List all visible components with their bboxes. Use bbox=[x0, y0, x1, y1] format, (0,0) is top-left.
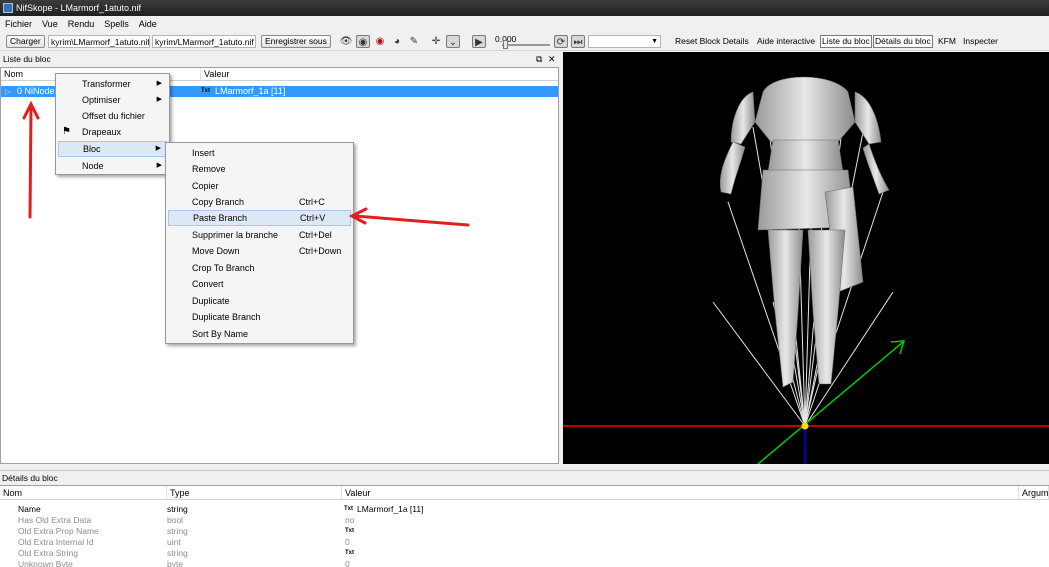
block-details-table[interactable]: Nom Type Valeur Argum Name string Txt LM… bbox=[0, 485, 1049, 567]
table-row[interactable]: Name string Txt LMarmorf_1a [11] bbox=[0, 504, 1049, 515]
annotation-arrow-up bbox=[28, 106, 33, 219]
row-value[interactable]: 0 bbox=[345, 537, 350, 548]
row-value[interactable]: LMarmorf_1a [11] bbox=[357, 504, 423, 515]
column-header-value[interactable]: Valeur bbox=[342, 486, 1019, 500]
row-type: uint bbox=[167, 537, 181, 547]
row-name: Has Old Extra Data bbox=[18, 515, 92, 525]
table-row[interactable]: Unknown Byte byte 0 bbox=[0, 559, 1049, 567]
txt-tag: Txt bbox=[345, 528, 354, 534]
row-type: string bbox=[167, 504, 188, 514]
row-name: Name bbox=[18, 504, 41, 514]
column-header-name[interactable]: Nom bbox=[0, 486, 167, 500]
table-row[interactable]: Old Extra Prop Name string Txt bbox=[0, 526, 1049, 537]
annotation-arrow-left bbox=[353, 214, 470, 227]
table-row[interactable]: Has Old Extra Data bool no bbox=[0, 515, 1049, 526]
txt-tag: Txt bbox=[345, 550, 354, 556]
txt-tag: Txt bbox=[344, 506, 353, 512]
row-value[interactable]: 0 bbox=[345, 559, 350, 567]
table-row[interactable]: Old Extra Internal Id uint 0 bbox=[0, 537, 1049, 548]
row-name: Old Extra Prop Name bbox=[18, 526, 99, 536]
row-name: Old Extra Internal Id bbox=[18, 537, 94, 547]
row-name: Unknown Byte bbox=[18, 559, 73, 567]
column-header-type[interactable]: Type bbox=[167, 486, 342, 500]
block-details-title: Détails du bloc bbox=[0, 470, 1049, 484]
row-name: Old Extra String bbox=[18, 548, 78, 558]
row-type: string bbox=[167, 548, 188, 558]
row-type: byte bbox=[167, 559, 184, 567]
column-header-argument[interactable]: Argum bbox=[1019, 486, 1049, 500]
row-type: bool bbox=[167, 515, 184, 525]
row-type: string bbox=[167, 526, 188, 536]
table-row[interactable]: Old Extra String string Txt bbox=[0, 548, 1049, 559]
row-value[interactable]: no bbox=[345, 515, 354, 526]
